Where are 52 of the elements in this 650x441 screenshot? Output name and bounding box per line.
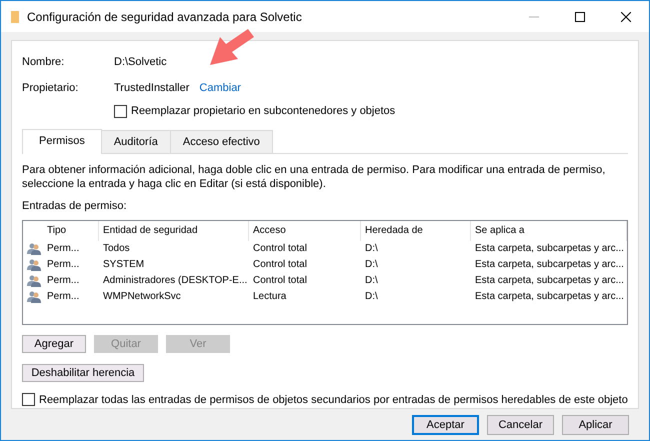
table-cell-text: Perm...: [46, 242, 80, 256]
column-header[interactable]: Heredada de: [361, 220, 471, 240]
table-cell-text: D:\: [364, 258, 379, 272]
dialog-button[interactable]: Aplicar: [562, 415, 629, 435]
table-cell-text: Perm...: [46, 258, 80, 272]
table-cell-text: Esta carpeta, subcarpetas y arc...: [474, 242, 625, 256]
dialog-button[interactable]: Cancelar: [487, 415, 554, 435]
table-cell-text: Lectura: [252, 290, 288, 304]
table-cell-text: D:\: [364, 242, 379, 256]
disable-inheritance-button[interactable]: Deshabilitar herencia: [22, 364, 144, 382]
table-cell-text: Control total: [252, 258, 308, 272]
checkbox[interactable]: [22, 393, 35, 406]
tab[interactable]: Auditoría: [102, 130, 171, 153]
description-text: Para obtener información adicional, haga doble clic en una entrada de permiso. Para modificar una entrada de permiso, seleccione la entrada y haga clic en Editar (si está disponible).: [22, 163, 606, 191]
column-header[interactable]: Tipo: [43, 220, 99, 240]
tab[interactable]: Acceso efectivo: [170, 130, 273, 153]
folder-icon: [11, 10, 19, 22]
table-cell-text: D:\: [364, 274, 379, 288]
field-value: TrustedInstaller: [114, 80, 190, 96]
table-cell-text: Todos: [102, 242, 131, 256]
field-label: Propietario:: [22, 80, 80, 96]
checkbox-label: Reemplazar propietario en subcontenedores y objetos: [131, 104, 396, 119]
table-cell-text: SYSTEM: [102, 258, 146, 272]
table-cell-text: D:\: [364, 290, 379, 304]
entries-label: Entradas de permiso:: [22, 199, 128, 214]
table-cell-text: Perm...: [46, 290, 80, 304]
column-header[interactable]: Se aplica a: [471, 220, 627, 240]
table-cell-text: Control total: [252, 242, 308, 256]
table-cell-text: WMPNetworkSvc: [102, 290, 182, 304]
close-icon[interactable]: [621, 12, 631, 22]
users-icon: [27, 242, 41, 254]
column-header[interactable]: Entidad de seguridad: [99, 220, 249, 240]
entry-button[interactable]: Agregar: [22, 334, 86, 352]
table-cell-text: Administradores (DESKTOP-E...: [102, 274, 248, 288]
window-title: Configuración de seguridad avanzada para Solvetic: [27, 8, 302, 26]
dialog-button[interactable]: Aceptar: [412, 415, 479, 435]
change-link[interactable]: Cambiar: [199, 80, 241, 96]
tab[interactable]: Permisos: [22, 128, 102, 154]
maximize-icon[interactable]: [575, 12, 585, 22]
field-label: Nombre:: [22, 55, 66, 70]
checkbox[interactable]: [114, 104, 127, 118]
users-icon: [27, 258, 41, 270]
table-cell-text: Control total: [252, 274, 308, 288]
users-icon: [27, 290, 41, 302]
table-cell-text: Perm...: [46, 274, 80, 288]
column-header[interactable]: Acceso: [249, 220, 361, 240]
table-cell-text: Esta carpeta, subcarpetas y arc...: [474, 274, 625, 288]
checkbox-label: Reemplazar todas las entradas de permisos de objetos secundarios por entradas de permisos heredables de este objeto: [39, 392, 628, 408]
users-icon: [27, 274, 41, 286]
table-cell-text: Esta carpeta, subcarpetas y arc...: [474, 290, 625, 304]
field-value: D:\Solvetic: [114, 55, 167, 70]
table-cell-text: Esta carpeta, subcarpetas y arc...: [474, 258, 625, 272]
